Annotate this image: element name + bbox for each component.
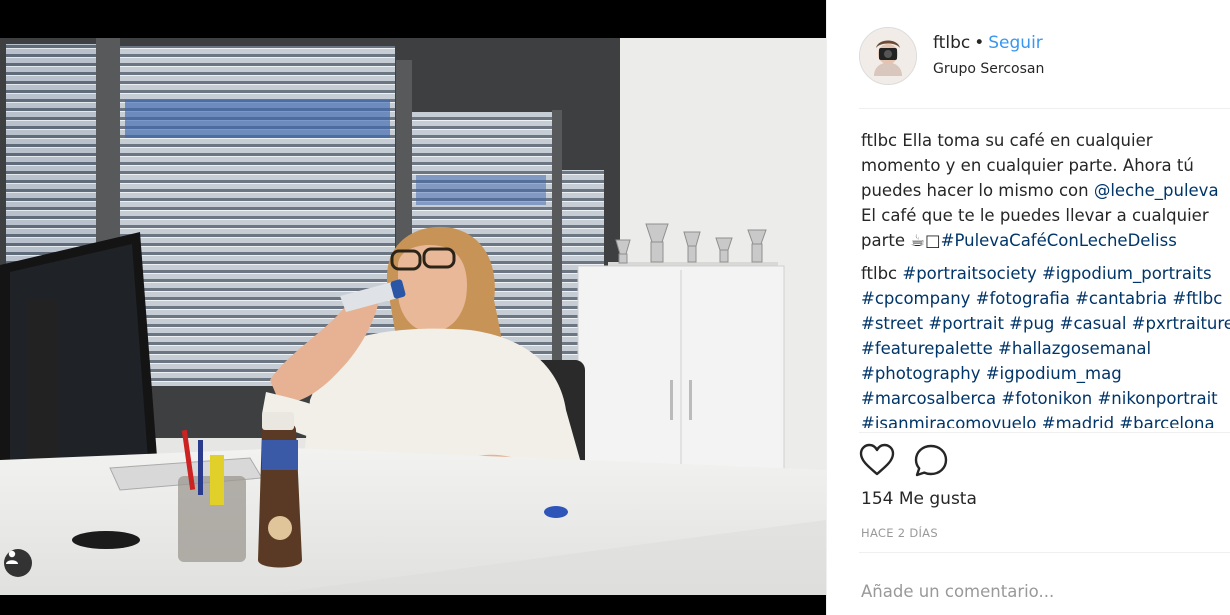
follow-button[interactable]: Seguir	[988, 33, 1043, 53]
post-side-panel: ftlbc • Seguir Grupo Sercosan ftlbc Ella t…	[826, 0, 1230, 615]
caption-line-2: momento y en cualquier parte. Ahora tú	[861, 156, 1194, 175]
caption-line-1: ftlbc Ella toma su café en cualquier	[861, 128, 1230, 153]
comments-list[interactable]: ftlbc Ella toma su café en cualquier mom…	[861, 128, 1230, 428]
post-photo[interactable]	[0, 0, 826, 615]
caption-text: Ella toma su café en cualquier	[902, 131, 1153, 150]
post-timestamp[interactable]: HACE 2 DÍAS	[861, 526, 938, 540]
hashtag-line[interactable]: #marcosalberca #fotonikon #nikonportrait	[861, 386, 1230, 411]
hashtag-line[interactable]: #street #portrait #pug #casual #pxrtrait…	[861, 311, 1230, 336]
coffee-emoji: ☕□	[910, 231, 941, 250]
hashtag-line[interactable]: #cpcompany #fotografia #cantabria #ftlbc	[861, 286, 1230, 311]
hashtag-line[interactable]: #featurepalette #hallazgosemanal	[861, 336, 1230, 361]
header-user-line: ftlbc • Seguir	[933, 33, 1043, 53]
heart-outline-icon[interactable]	[859, 443, 895, 481]
caption-line-5: parte ☕□#PulevaCaféConLecheDeliss	[861, 228, 1230, 253]
likes-count[interactable]: 154 Me gusta	[861, 489, 977, 509]
caption-comment: ftlbc Ella toma su café en cualquier mom…	[861, 128, 1230, 253]
hashtag-line[interactable]: #isanmiracomovuelo #madrid #barcelona	[861, 411, 1230, 428]
caption-line-3: puedes hacer lo mismo con @leche_puleva	[861, 178, 1230, 203]
header-divider	[859, 108, 1230, 109]
hashtag-line-1: ftlbc #portraitsociety #igpodium_portrai…	[861, 261, 1230, 286]
post-actions	[859, 441, 1059, 481]
caption-text: parte	[861, 231, 911, 250]
hashtag-comment: ftlbc #portraitsociety #igpodium_portrai…	[861, 261, 1230, 428]
input-divider	[859, 552, 1230, 553]
add-comment-input[interactable]	[861, 576, 1221, 606]
avatar[interactable]	[859, 27, 917, 85]
separator-dot: •	[974, 33, 985, 53]
office-photo-illustration	[0, 0, 826, 615]
caption-line-4: El café que te le puedes llevar a cualqu…	[861, 206, 1209, 225]
comment-author-link[interactable]: ftlbc	[861, 131, 897, 150]
comment-author-link[interactable]: ftlbc	[861, 264, 897, 283]
actions-divider	[859, 432, 1230, 433]
post-header: ftlbc • Seguir	[859, 27, 1230, 85]
caption-text: puedes hacer lo mismo con	[861, 181, 1094, 200]
hashtag-link[interactable]: #PulevaCaféConLecheDeliss	[941, 231, 1177, 250]
hashtag-links[interactable]: #portraitsociety #igpodium_portraits	[902, 264, 1211, 283]
avatar-photo	[860, 28, 916, 84]
username-link[interactable]: ftlbc	[933, 33, 970, 53]
person-tag-icon[interactable]	[4, 549, 32, 577]
hashtag-line[interactable]: #photography #igpodium_mag	[861, 361, 1230, 386]
location-link[interactable]: Grupo Sercosan	[933, 61, 1044, 77]
speech-bubble-icon[interactable]	[913, 443, 949, 483]
mention-link[interactable]: @leche_puleva	[1094, 181, 1219, 200]
